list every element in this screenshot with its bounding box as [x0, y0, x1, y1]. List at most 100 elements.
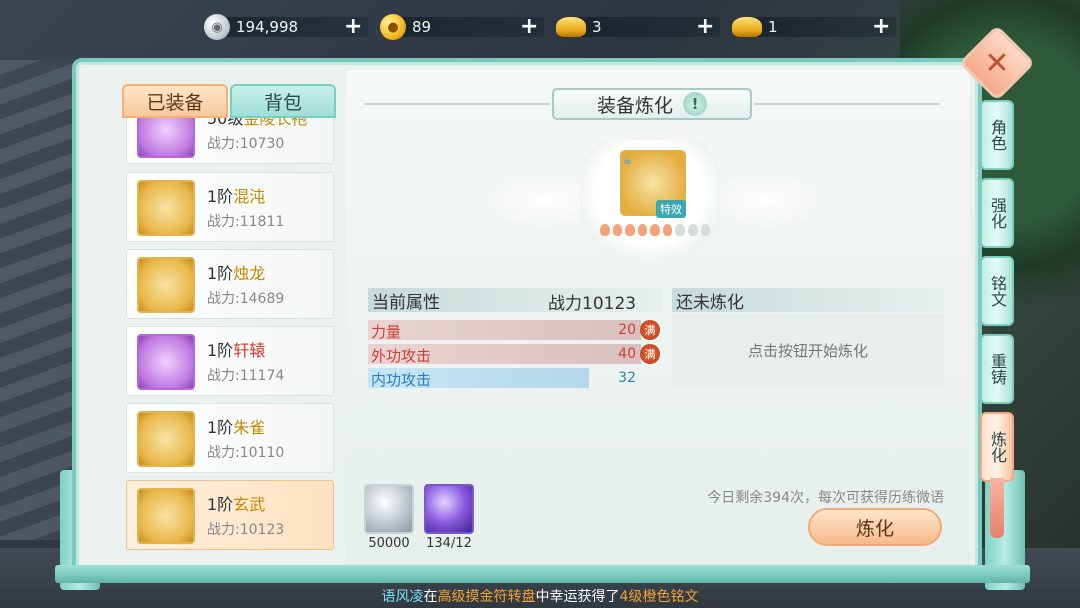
start-hint: 点击按钮开始炼化: [747, 341, 868, 360]
current-attr-label: 当前属性: [372, 292, 440, 313]
system-marquee: 语风凌在高级摸金符转盘中幸运获得了4级橙色铭文: [0, 586, 1080, 606]
flame-level-indicator: [600, 224, 711, 238]
equipment-item[interactable]: 1阶烛龙 战力:14689: [126, 249, 334, 319]
material-count-gem: 134/12: [426, 536, 472, 551]
gold-ingot-ticket-icon: [556, 17, 586, 37]
flame-icon: [637, 224, 648, 236]
attr-value: 20: [618, 322, 636, 338]
item-tier: 1阶: [207, 495, 234, 514]
marquee-text: 中幸运获得了: [535, 589, 620, 605]
side-tab-label: 角色: [988, 119, 1007, 151]
item-name: 玄武: [233, 495, 266, 514]
not-refined-header: 还未炼化: [672, 288, 944, 313]
info-icon[interactable]: !: [683, 92, 707, 116]
gold-ingot-icon: [732, 17, 762, 37]
silver-coin-icon[interactable]: [364, 484, 414, 534]
item-power: 战力:10110: [207, 445, 285, 461]
currency-gold-value: 89: [412, 18, 432, 36]
item-name: 金陵长袍: [243, 118, 308, 128]
item-tier: 50级: [207, 118, 244, 128]
side-tab-inscription[interactable]: 铭文: [980, 256, 1014, 326]
marquee-player: 语风凌: [381, 589, 424, 605]
side-tab-character[interactable]: 角色: [980, 100, 1014, 170]
side-tab-enhance[interactable]: 强化: [980, 178, 1014, 248]
red-boots-icon: [137, 180, 195, 236]
side-tab-label: 铭文: [988, 275, 1007, 307]
tab-equipped[interactable]: 已装备: [122, 84, 228, 118]
boots-icon: [137, 118, 195, 158]
purple-gem-icon[interactable]: [424, 484, 474, 534]
attr-value: 32: [618, 370, 636, 386]
equipment-item[interactable]: 50级金陵长袍 战力:10730: [126, 118, 334, 164]
item-power: 战力:10730: [207, 136, 285, 152]
panel-title-plate: 装备炼化 !: [552, 88, 752, 120]
item-tier: 1阶: [207, 264, 234, 283]
equipment-item[interactable]: 1阶混沌 战力:11811: [126, 172, 334, 242]
equipment-list[interactable]: 50级金陵长袍 战力:10730 1阶混沌 战力:11811 1阶烛龙 战力:1…: [122, 118, 336, 552]
marquee-event: 高级摸金符转盘: [437, 589, 536, 605]
refine-result-box: 点击按钮开始炼化: [672, 314, 944, 386]
list-tabs: 已装备 背包: [122, 84, 336, 118]
add-gold-button[interactable]: +: [520, 16, 538, 38]
side-tab-refine[interactable]: 炼化: [980, 412, 1014, 482]
not-refined-label: 还未炼化: [676, 292, 744, 313]
attr-row-external-attack: 外功攻击 40 满: [368, 344, 662, 365]
item-power: 战力:14689: [207, 291, 285, 307]
close-icon[interactable]: ✕: [970, 38, 1024, 88]
flame-icon: [650, 224, 660, 236]
ring-icon: [137, 488, 195, 544]
marquee-text: 在: [423, 589, 438, 605]
tab-bag[interactable]: 背包: [230, 84, 336, 118]
item-power: 战力:11174: [207, 368, 285, 384]
side-tab-label: 强化: [988, 197, 1007, 229]
necklace-icon: [137, 411, 195, 467]
marquee-reward: 4级橙色铭文: [619, 589, 699, 605]
currency-ticket-value: 3: [592, 18, 602, 36]
attr-label: 力量: [371, 323, 402, 341]
currency-ingot: 1 +: [732, 12, 896, 42]
side-tab-label: 重铸: [988, 353, 1007, 385]
armor-icon: [137, 334, 195, 390]
flame-icon: [687, 224, 698, 236]
add-silver-button[interactable]: +: [344, 16, 362, 38]
equipment-item-selected[interactable]: 1阶玄武 战力:10123: [126, 480, 334, 550]
silver-coin-icon: ◉: [204, 14, 230, 40]
refine-button[interactable]: 炼化: [808, 508, 942, 546]
lock-icon: 🔒︎: [624, 153, 631, 168]
gold-coin-icon: ●: [380, 14, 406, 40]
bracer-icon: [137, 257, 195, 313]
currency-gold: ● 89 +: [380, 12, 544, 42]
flame-icon: [612, 224, 623, 236]
tassel-decoration: [990, 478, 1004, 538]
item-name: 朱雀: [233, 418, 266, 437]
add-ingot-button[interactable]: +: [872, 16, 890, 38]
side-tab-label: 炼化: [988, 431, 1007, 463]
currency-silver: ◉ 194,998 +: [204, 12, 368, 42]
item-name: 混沌: [233, 187, 266, 206]
item-power: 战力:11811: [207, 214, 285, 230]
currency-bar: ◉ 194,998 + ● 89 + 3 + 1 +: [200, 12, 900, 42]
add-ticket-button[interactable]: +: [696, 16, 714, 38]
attr-row-strength: 力量 20 满: [368, 320, 662, 341]
title-divider-left: [364, 103, 550, 105]
max-badge: 满: [640, 320, 660, 340]
power-label: 战力10123: [548, 294, 637, 314]
equipment-item[interactable]: 1阶轩辕 战力:11174: [126, 326, 334, 396]
flame-icon: [662, 224, 673, 236]
attr-label: 内功攻击: [371, 371, 432, 389]
flame-icon: [600, 224, 610, 236]
frame-base: [55, 565, 1030, 583]
equipment-item[interactable]: 1阶朱雀 战力:10110: [126, 403, 334, 473]
currency-ticket: 3 +: [556, 12, 720, 42]
panel-title: 装备炼化: [596, 94, 673, 117]
side-tab-reforge[interactable]: 重铸: [980, 334, 1014, 404]
item-name: 轩辕: [233, 341, 266, 360]
effect-badge: 特效: [656, 200, 686, 218]
item-tier: 1阶: [207, 341, 234, 360]
item-tier: 1阶: [207, 187, 234, 206]
flame-icon: [625, 224, 635, 236]
item-power: 战力:10123: [207, 522, 285, 538]
item-tier: 1阶: [207, 418, 234, 437]
remaining-hint: 今日剩余394次，每次可获得历练微语: [707, 490, 944, 506]
currency-silver-value: 194,998: [236, 18, 299, 36]
